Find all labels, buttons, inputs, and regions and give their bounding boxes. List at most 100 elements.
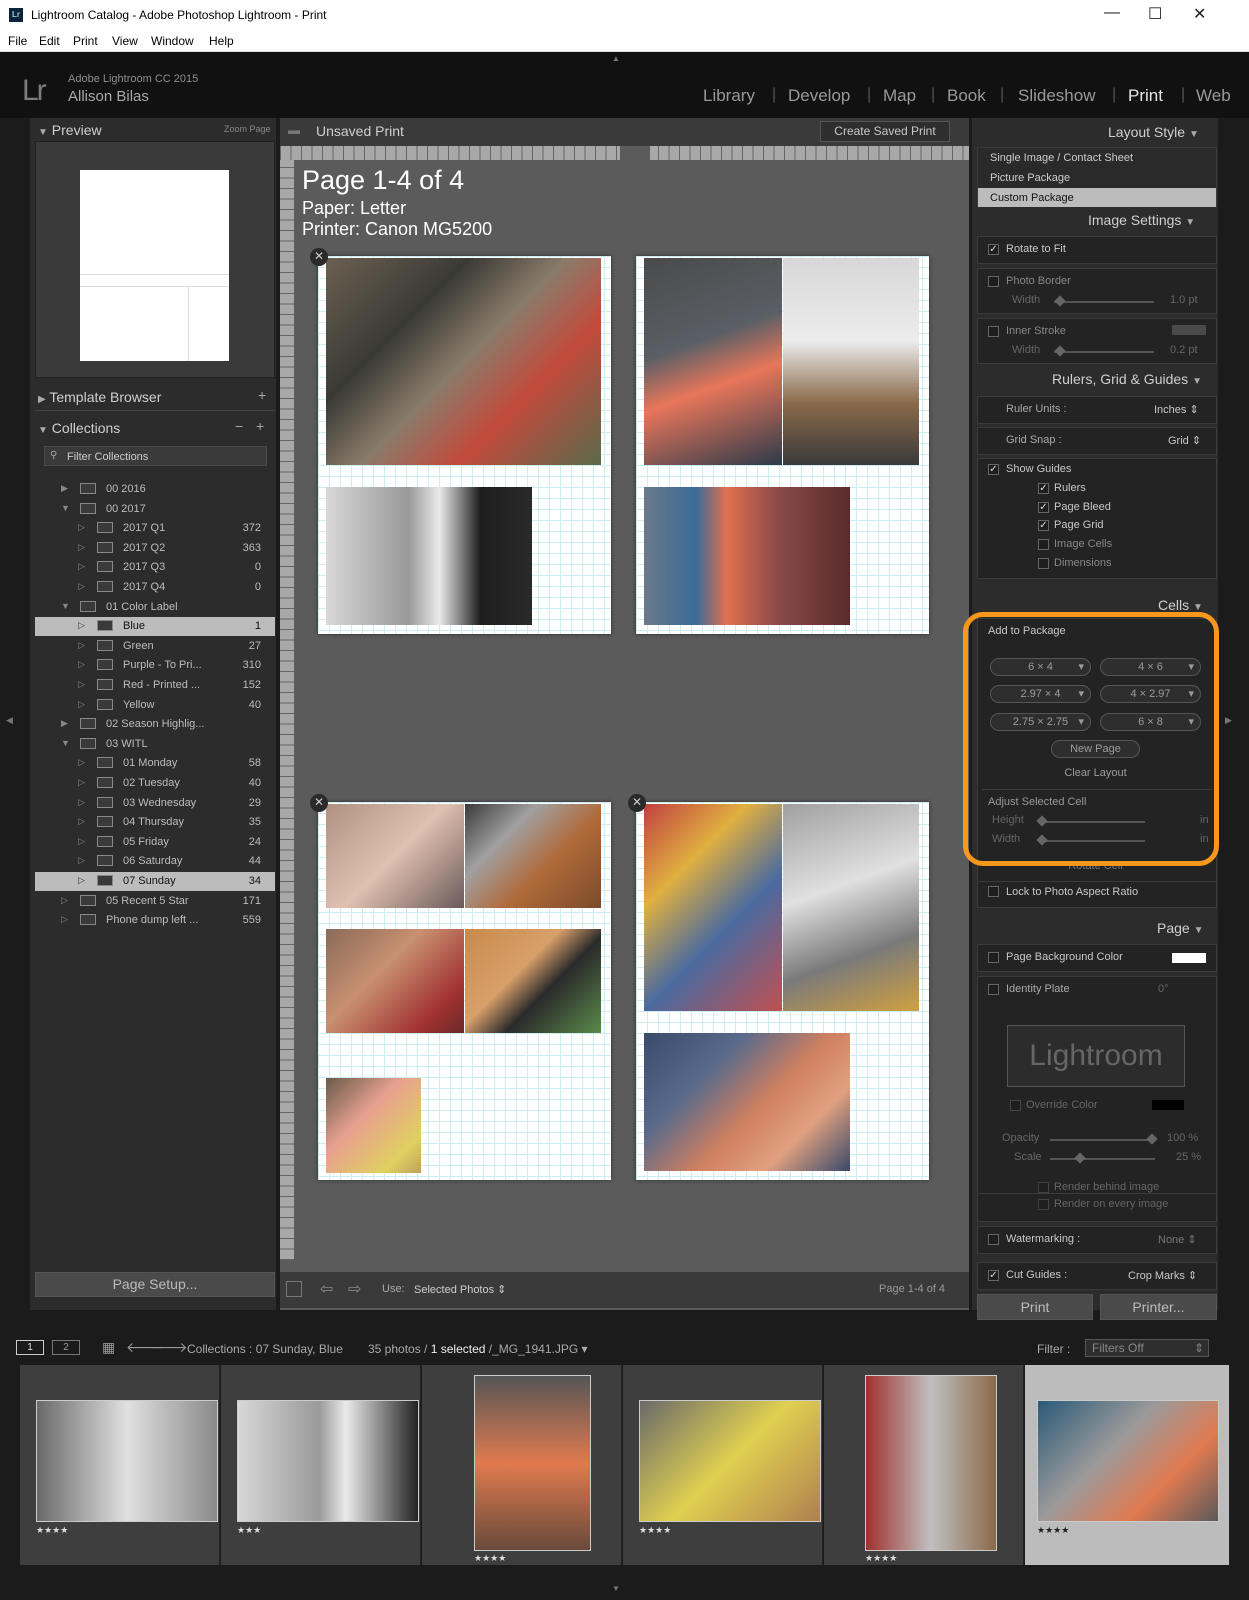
- guide-checkbox[interactable]: ✓: [1038, 483, 1049, 494]
- photo-border-slider[interactable]: [1054, 301, 1154, 303]
- expand-icon[interactable]: ▼: [61, 738, 70, 748]
- guide-checkbox[interactable]: [1038, 557, 1049, 569]
- remove-page-icon[interactable]: ✕: [628, 794, 646, 812]
- print-page-4[interactable]: [636, 802, 929, 1180]
- guide-checkbox[interactable]: [1038, 539, 1049, 551]
- collection-item[interactable]: ▷ Green 27: [35, 637, 275, 656]
- collection-item[interactable]: ▶ 02 Season Highlig...: [35, 715, 275, 734]
- inner-stroke-checkbox[interactable]: [988, 326, 999, 337]
- expand-icon[interactable]: ▷: [78, 797, 85, 808]
- thumbnail[interactable]: [639, 1400, 821, 1522]
- filmstrip-cell-selected[interactable]: ★★★★: [1025, 1365, 1230, 1565]
- filter-dropdown[interactable]: Filters Off ⇕: [1085, 1339, 1209, 1357]
- module-book[interactable]: Book: [947, 86, 986, 106]
- filmstrip-cell[interactable]: ★★★★: [422, 1365, 622, 1565]
- collections-header[interactable]: ▼ Collections: [38, 420, 120, 436]
- expand-icon[interactable]: ▷: [78, 777, 85, 788]
- collection-item[interactable]: ▷ 03 Wednesday 29: [35, 794, 275, 813]
- expand-icon[interactable]: ▷: [78, 620, 85, 631]
- thumbnail[interactable]: [1037, 1400, 1219, 1522]
- collection-item[interactable]: ▷ 04 Thursday 35: [35, 813, 275, 832]
- photo-cell[interactable]: [644, 258, 782, 465]
- print-button[interactable]: Print: [977, 1294, 1093, 1320]
- module-library[interactable]: Library: [703, 86, 755, 106]
- printer-button[interactable]: Printer...: [1100, 1294, 1217, 1320]
- cells-header[interactable]: Cells ▼: [1158, 597, 1203, 613]
- print-page-1[interactable]: [318, 256, 611, 634]
- layout-style-header[interactable]: Layout Style ▼: [1108, 124, 1199, 140]
- watermark-dropdown[interactable]: None ⇕: [1158, 1233, 1197, 1246]
- collection-item[interactable]: ▷ 2017 Q4 0: [35, 578, 275, 597]
- photo-border-checkbox[interactable]: [988, 276, 999, 287]
- page-bg-color-swatch[interactable]: [1172, 953, 1206, 963]
- page-view-toggle[interactable]: [286, 1281, 302, 1297]
- remove-page-icon[interactable]: ✕: [310, 794, 328, 812]
- module-slideshow[interactable]: Slideshow: [1018, 86, 1096, 106]
- identity-plate-preview[interactable]: Lightroom: [1007, 1025, 1185, 1087]
- previous-page-icon[interactable]: ⇦: [320, 1279, 333, 1299]
- layout-option-selected[interactable]: Custom Package: [978, 188, 1216, 207]
- collection-item[interactable]: ▷ Yellow 40: [35, 696, 275, 715]
- page-setup-button[interactable]: Page Setup...: [35, 1272, 275, 1297]
- next-page-icon[interactable]: ⇨: [348, 1279, 361, 1299]
- remove-page-icon[interactable]: ✕: [310, 248, 328, 266]
- collection-item[interactable]: ▷ 02 Tuesday 40: [35, 774, 275, 793]
- grid-view-icon[interactable]: ▦: [102, 1339, 115, 1356]
- menu-edit[interactable]: Edit: [39, 34, 60, 48]
- opacity-slider[interactable]: [1050, 1139, 1155, 1141]
- module-print[interactable]: Print: [1128, 86, 1163, 106]
- expand-icon[interactable]: ▷: [78, 699, 85, 710]
- expand-icon[interactable]: ▷: [61, 895, 68, 906]
- expand-icon[interactable]: ▷: [78, 836, 85, 847]
- ruler-units-dropdown[interactable]: Inches ⇕: [1154, 403, 1199, 416]
- page-section-header[interactable]: Page ▼: [1157, 920, 1204, 936]
- render-behind-checkbox[interactable]: [1038, 1182, 1049, 1193]
- expand-icon[interactable]: ▼: [61, 601, 70, 611]
- collection-item[interactable]: ▼ 01 Color Label: [35, 598, 275, 617]
- photo-cell[interactable]: [326, 929, 464, 1033]
- grid-snap-dropdown[interactable]: Grid ⇕: [1168, 434, 1201, 447]
- filmstrip-cell[interactable]: ★★★★: [623, 1365, 823, 1565]
- menu-window[interactable]: Window: [151, 34, 194, 48]
- thumbnail[interactable]: [474, 1375, 591, 1551]
- expand-icon[interactable]: ▷: [78, 581, 85, 592]
- expand-icon[interactable]: ▶: [61, 718, 68, 729]
- expand-icon[interactable]: ▷: [78, 875, 85, 886]
- render-every-checkbox[interactable]: [1038, 1199, 1049, 1210]
- collection-item[interactable]: ▷ 2017 Q2 363: [35, 539, 275, 558]
- right-collapse-icon[interactable]: ▶: [1225, 715, 1232, 726]
- collection-item[interactable]: ▷ 05 Recent 5 Star 171: [35, 892, 275, 911]
- collapse-top-icon[interactable]: ▲: [612, 54, 620, 63]
- photo-cell[interactable]: [326, 487, 532, 625]
- collection-item[interactable]: ▶ 00 2016: [35, 480, 275, 499]
- photo-cell[interactable]: [326, 258, 601, 465]
- left-collapse-icon[interactable]: ◀: [6, 715, 13, 726]
- page-bg-checkbox[interactable]: [988, 952, 999, 963]
- collection-item[interactable]: ▷ Blue 1: [35, 617, 275, 637]
- expand-icon[interactable]: ▷: [78, 757, 85, 768]
- collection-item[interactable]: ▷ Red - Printed ... 152: [35, 676, 275, 695]
- remove-collection-icon[interactable]: −: [235, 418, 243, 434]
- expand-icon[interactable]: ▷: [78, 522, 85, 533]
- print-page-3[interactable]: [318, 802, 611, 1180]
- expand-icon[interactable]: ▷: [78, 855, 85, 866]
- thumbnail[interactable]: [237, 1400, 419, 1522]
- module-develop[interactable]: Develop: [788, 86, 850, 106]
- add-template-icon[interactable]: +: [258, 387, 266, 403]
- inner-stroke-slider[interactable]: [1054, 351, 1154, 353]
- menu-help[interactable]: Help: [209, 34, 234, 48]
- photo-cell[interactable]: [326, 804, 464, 908]
- zoom-page-label[interactable]: Zoom Page: [224, 124, 271, 134]
- photo-cell[interactable]: [644, 1033, 850, 1171]
- cut-guides-dropdown[interactable]: Crop Marks ⇕: [1128, 1269, 1197, 1282]
- collection-item[interactable]: ▷ 06 Saturday 44: [35, 852, 275, 871]
- layout-option[interactable]: Picture Package: [990, 172, 1070, 184]
- photo-cell[interactable]: [644, 487, 850, 625]
- filter-collections-input[interactable]: ⚲ Filter Collections: [44, 446, 267, 466]
- stroke-color-swatch[interactable]: [1172, 325, 1206, 335]
- collection-item[interactable]: ▷ 2017 Q1 372: [35, 519, 275, 538]
- rulers-grid-header[interactable]: Rulers, Grid & Guides ▼: [1052, 371, 1202, 387]
- primary-window-button[interactable]: 1: [16, 1340, 44, 1355]
- scale-slider[interactable]: [1050, 1158, 1155, 1160]
- expand-icon[interactable]: ▷: [78, 659, 85, 670]
